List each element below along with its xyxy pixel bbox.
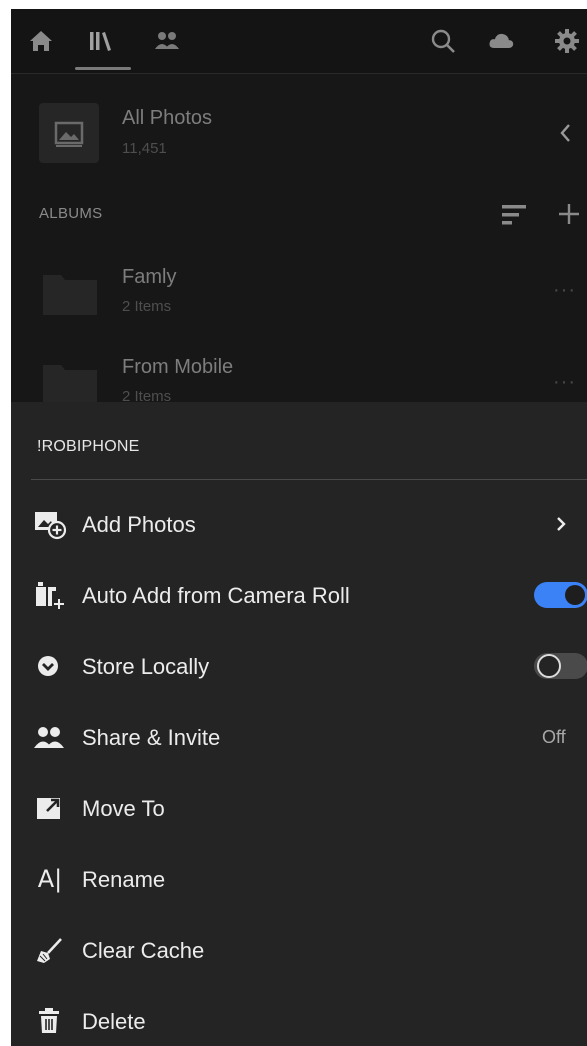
add-photos-row[interactable]: Add Photos bbox=[11, 494, 587, 554]
trash-icon bbox=[39, 1008, 59, 1033]
store-locally-toggle[interactable] bbox=[534, 653, 587, 679]
photo-icon bbox=[54, 121, 84, 147]
store-locally-label: Store Locally bbox=[82, 654, 210, 679]
rename-row[interactable]: A| Rename bbox=[11, 849, 587, 909]
active-tab-indicator bbox=[75, 67, 131, 70]
add-photos-label: Add Photos bbox=[82, 512, 196, 537]
camera-roll-icon bbox=[36, 582, 64, 609]
album-more-icon[interactable]: ··· bbox=[553, 279, 576, 302]
top-nav-bar bbox=[11, 9, 587, 74]
delete-label: Delete bbox=[82, 1009, 146, 1034]
library-icon[interactable] bbox=[87, 27, 115, 55]
auto-add-label: Auto Add from Camera Roll bbox=[82, 583, 350, 608]
all-photos-thumbnail[interactable] bbox=[39, 103, 99, 163]
download-circle-icon bbox=[38, 656, 58, 676]
share-status-value: Off bbox=[542, 727, 566, 747]
cloud-icon[interactable] bbox=[487, 27, 515, 55]
auto-add-row: Auto Add from Camera Roll bbox=[11, 565, 587, 625]
sort-icon[interactable] bbox=[501, 203, 527, 227]
clear-cache-label: Clear Cache bbox=[82, 938, 205, 963]
all-photos-count: 11,451 bbox=[122, 140, 167, 157]
broom-icon bbox=[37, 938, 62, 963]
sheet-title: !ROBIPHONE bbox=[37, 438, 140, 455]
album-name[interactable]: From Mobile bbox=[122, 356, 233, 379]
chevron-right-icon bbox=[557, 517, 566, 531]
sheet-divider bbox=[31, 479, 587, 480]
move-to-icon bbox=[37, 798, 60, 819]
album-name[interactable]: Famly bbox=[122, 266, 176, 289]
add-photos-icon bbox=[35, 512, 67, 540]
move-to-row[interactable]: Move To bbox=[11, 778, 587, 838]
store-locally-row: Store Locally bbox=[11, 636, 587, 696]
albums-header: ALBUMS bbox=[39, 205, 103, 222]
share-invite-label: Share & Invite bbox=[82, 725, 221, 750]
all-photos-label[interactable]: All Photos bbox=[122, 107, 212, 130]
app-window: All Photos 11,451 ALBUMS Famly 2 Items ·… bbox=[11, 9, 587, 1046]
toggle-knob bbox=[565, 585, 585, 605]
rename-icon: A| bbox=[37, 865, 63, 893]
delete-row[interactable]: Delete bbox=[11, 991, 587, 1046]
search-icon[interactable] bbox=[429, 27, 457, 55]
move-to-label: Move To bbox=[82, 796, 165, 821]
folder-icon[interactable] bbox=[43, 361, 97, 405]
clear-cache-row[interactable]: Clear Cache bbox=[11, 920, 587, 980]
album-item-count: 2 Items bbox=[122, 298, 172, 315]
album-more-icon[interactable]: ··· bbox=[553, 371, 576, 394]
folder-icon[interactable] bbox=[43, 271, 97, 315]
auto-add-toggle[interactable] bbox=[534, 582, 587, 608]
collapse-chevron-icon[interactable] bbox=[559, 123, 571, 143]
home-icon[interactable] bbox=[27, 27, 55, 55]
people-icon bbox=[34, 727, 64, 748]
add-album-icon[interactable] bbox=[558, 203, 580, 225]
gear-icon[interactable] bbox=[553, 27, 581, 55]
share-invite-row[interactable]: Share & Invite Off bbox=[11, 707, 587, 767]
album-options-sheet: !ROBIPHONE Add Photos Auto Add from Came… bbox=[11, 402, 587, 1046]
people-tab-icon[interactable] bbox=[153, 27, 181, 55]
rename-label: Rename bbox=[82, 867, 166, 892]
toggle-knob bbox=[537, 654, 561, 678]
